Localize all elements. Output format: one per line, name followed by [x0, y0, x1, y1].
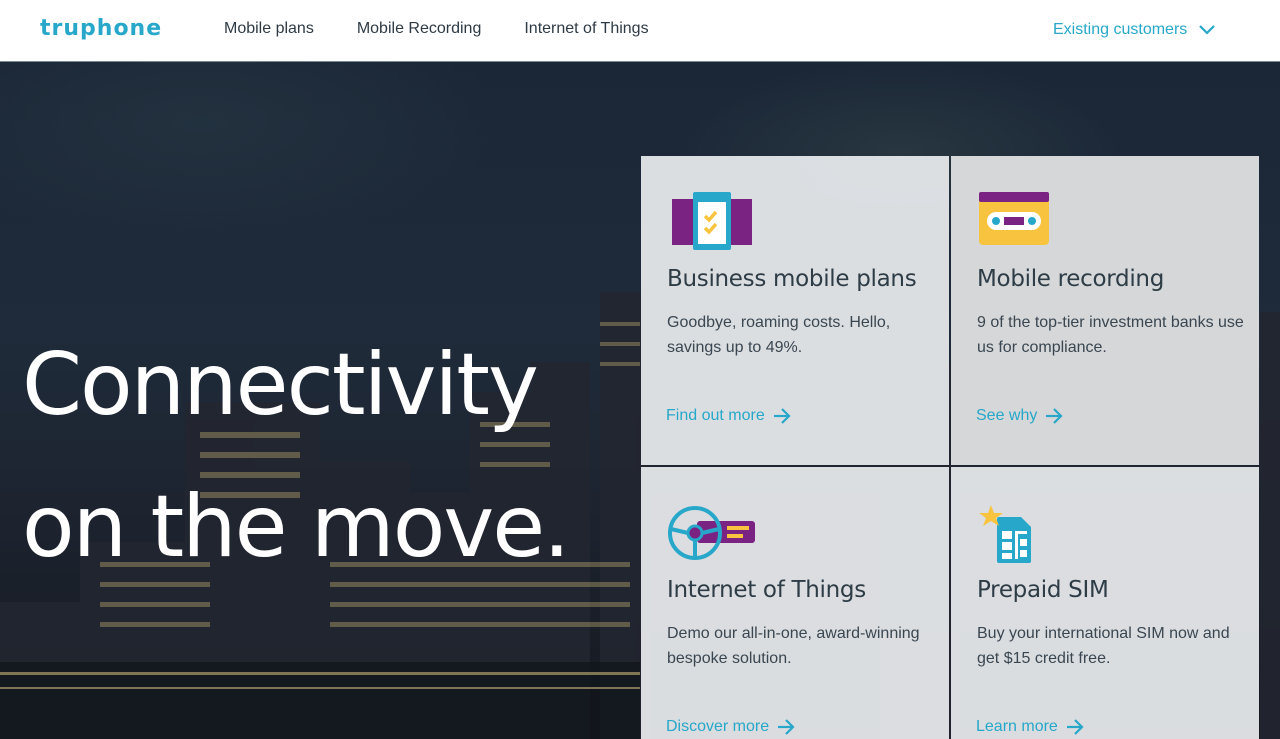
discover-more-link[interactable]: Discover more [666, 718, 795, 736]
existing-customers-label: Existing customers [1053, 21, 1188, 38]
card-title: Prepaid SIM [977, 577, 1109, 603]
card-title: Business mobile plans [667, 266, 917, 292]
nav-mobile-plans[interactable]: Mobile plans [224, 20, 314, 38]
existing-customers-dropdown[interactable]: Existing customers [1053, 21, 1216, 39]
cta-label: Discover more [666, 718, 770, 735]
card-title: Internet of Things [667, 577, 866, 603]
cassette-tape-icon [979, 192, 1049, 245]
see-why-link[interactable]: See why [976, 407, 1063, 425]
top-navigation-bar: truphone Mobile plans Mobile Recording I… [0, 0, 1280, 62]
nav-internet-of-things[interactable]: Internet of Things [524, 20, 648, 38]
card-description: 9 of the top-tier investment banks use u… [977, 314, 1244, 356]
learn-more-link[interactable]: Learn more [976, 718, 1084, 736]
headline-line-1: Connectivity [22, 335, 539, 435]
main-nav: Mobile plans Mobile Recording Internet o… [224, 20, 649, 38]
truphone-logo[interactable]: truphone [40, 16, 162, 41]
hero-headline: Connectivity on the move. [22, 314, 570, 598]
steering-wheel-icon [668, 506, 755, 560]
arrow-right-icon [1046, 408, 1063, 424]
card-description: Buy your international SIM now and get $… [977, 625, 1230, 667]
card-title: Mobile recording [977, 266, 1164, 292]
headline-line-2: on the move. [22, 477, 570, 577]
card-business-mobile-plans[interactable]: Business mobile plans Goodbye, roaming c… [641, 156, 949, 465]
arrow-right-icon [1066, 719, 1084, 735]
chevron-down-icon [1199, 25, 1216, 35]
card-description: Goodbye, roaming costs. Hello, savings u… [667, 314, 891, 356]
nav-mobile-recording[interactable]: Mobile Recording [357, 20, 482, 38]
card-description: Demo our all-in-one, award-winning bespo… [667, 625, 920, 667]
cta-label: Learn more [976, 718, 1058, 735]
arrow-right-icon [778, 719, 795, 735]
phone-checklist-icon [672, 192, 752, 250]
find-out-more-link[interactable]: Find out more [666, 407, 791, 425]
cta-label: See why [976, 407, 1038, 424]
cta-label: Find out more [666, 407, 765, 424]
card-prepaid-sim[interactable]: Prepaid SIM Buy your international SIM n… [951, 467, 1259, 739]
card-mobile-recording[interactable]: Mobile recording 9 of the top-tier inves… [951, 156, 1259, 465]
card-internet-of-things[interactable]: Internet of Things Demo our all-in-one, … [641, 467, 949, 739]
arrow-right-icon [773, 408, 791, 424]
sim-card-star-icon [979, 505, 1031, 563]
